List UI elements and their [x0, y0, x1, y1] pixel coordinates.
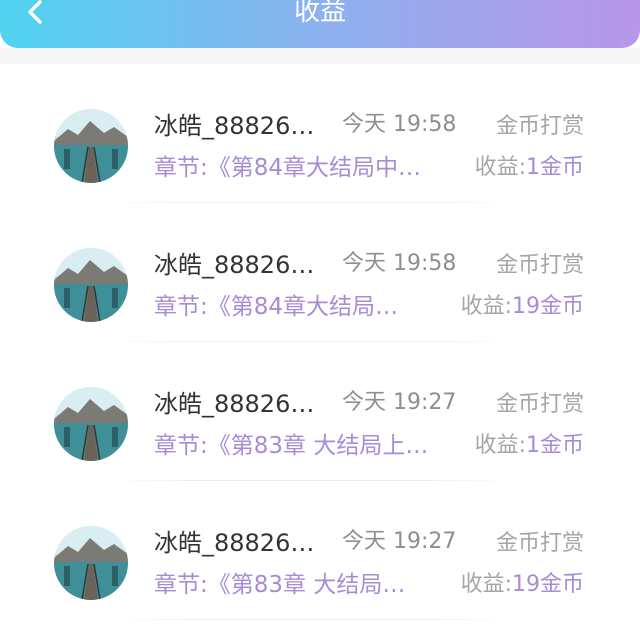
earnings-value: 19金币 [512, 572, 584, 597]
earnings-label: 收益: [460, 572, 512, 597]
earnings-value: 1金币 [526, 155, 584, 180]
record-type: 金币打赏 [495, 114, 584, 139]
earnings: 收益:19金币 [461, 569, 584, 601]
earnings-list: 冰皓_88826… 今天 19:58 金币打赏 章节:《第84章大结局中… 收益… [0, 64, 640, 620]
record-type: 金币打赏 [495, 253, 584, 278]
sender-name: 冰皓_88826… [154, 529, 315, 557]
earnings: 收益:1金币 [475, 152, 584, 184]
list-item[interactable]: 冰皓_88826… 今天 19:58 金币打赏 章节:《第84章大结局中… 收益… [0, 64, 640, 203]
list-item[interactable]: 冰皓_88826… 今天 19:27 金币打赏 章节:《第83章 大结局上… 收… [0, 342, 640, 481]
avatar [54, 387, 128, 461]
earnings-value: 19金币 [512, 294, 584, 319]
avatar [54, 109, 128, 183]
record-type: 金币打赏 [495, 392, 584, 417]
earnings: 收益:1金币 [475, 430, 584, 462]
sender-name: 冰皓_88826… [154, 112, 315, 140]
earnings-label: 收益: [460, 294, 512, 319]
divider [110, 619, 512, 620]
header-gap [0, 48, 640, 64]
page-title: 收益 [293, 0, 346, 27]
list-item[interactable]: 冰皓_88826… 今天 19:27 金币打赏 章节:《第83章 大结局… 收益… [0, 481, 640, 620]
chapter-title: 章节:《第83章 大结局… [154, 572, 406, 598]
list-item[interactable]: 冰皓_88826… 今天 19:58 金币打赏 章节:《第84章大结局… 收益:… [0, 203, 640, 342]
earnings-label: 收益: [474, 155, 526, 180]
earnings-label: 收益: [474, 433, 526, 458]
record-time: 今天 19:27 [342, 390, 457, 415]
sender-name: 冰皓_88826… [154, 390, 315, 418]
avatar [54, 526, 128, 600]
header-bar: 收益 [0, 0, 640, 48]
earnings: 收益:19金币 [461, 291, 584, 323]
sender-name: 冰皓_88826… [154, 251, 315, 279]
record-type: 金币打赏 [495, 531, 584, 556]
chapter-title: 章节:《第84章大结局… [154, 294, 399, 320]
chapter-title: 章节:《第83章 大结局上… [154, 433, 429, 459]
avatar [54, 248, 128, 322]
record-time: 今天 19:27 [342, 529, 457, 554]
record-time: 今天 19:58 [342, 112, 457, 137]
chapter-title: 章节:《第84章大结局中… [154, 155, 422, 181]
record-time: 今天 19:58 [342, 251, 457, 276]
earnings-value: 1金币 [526, 433, 584, 458]
